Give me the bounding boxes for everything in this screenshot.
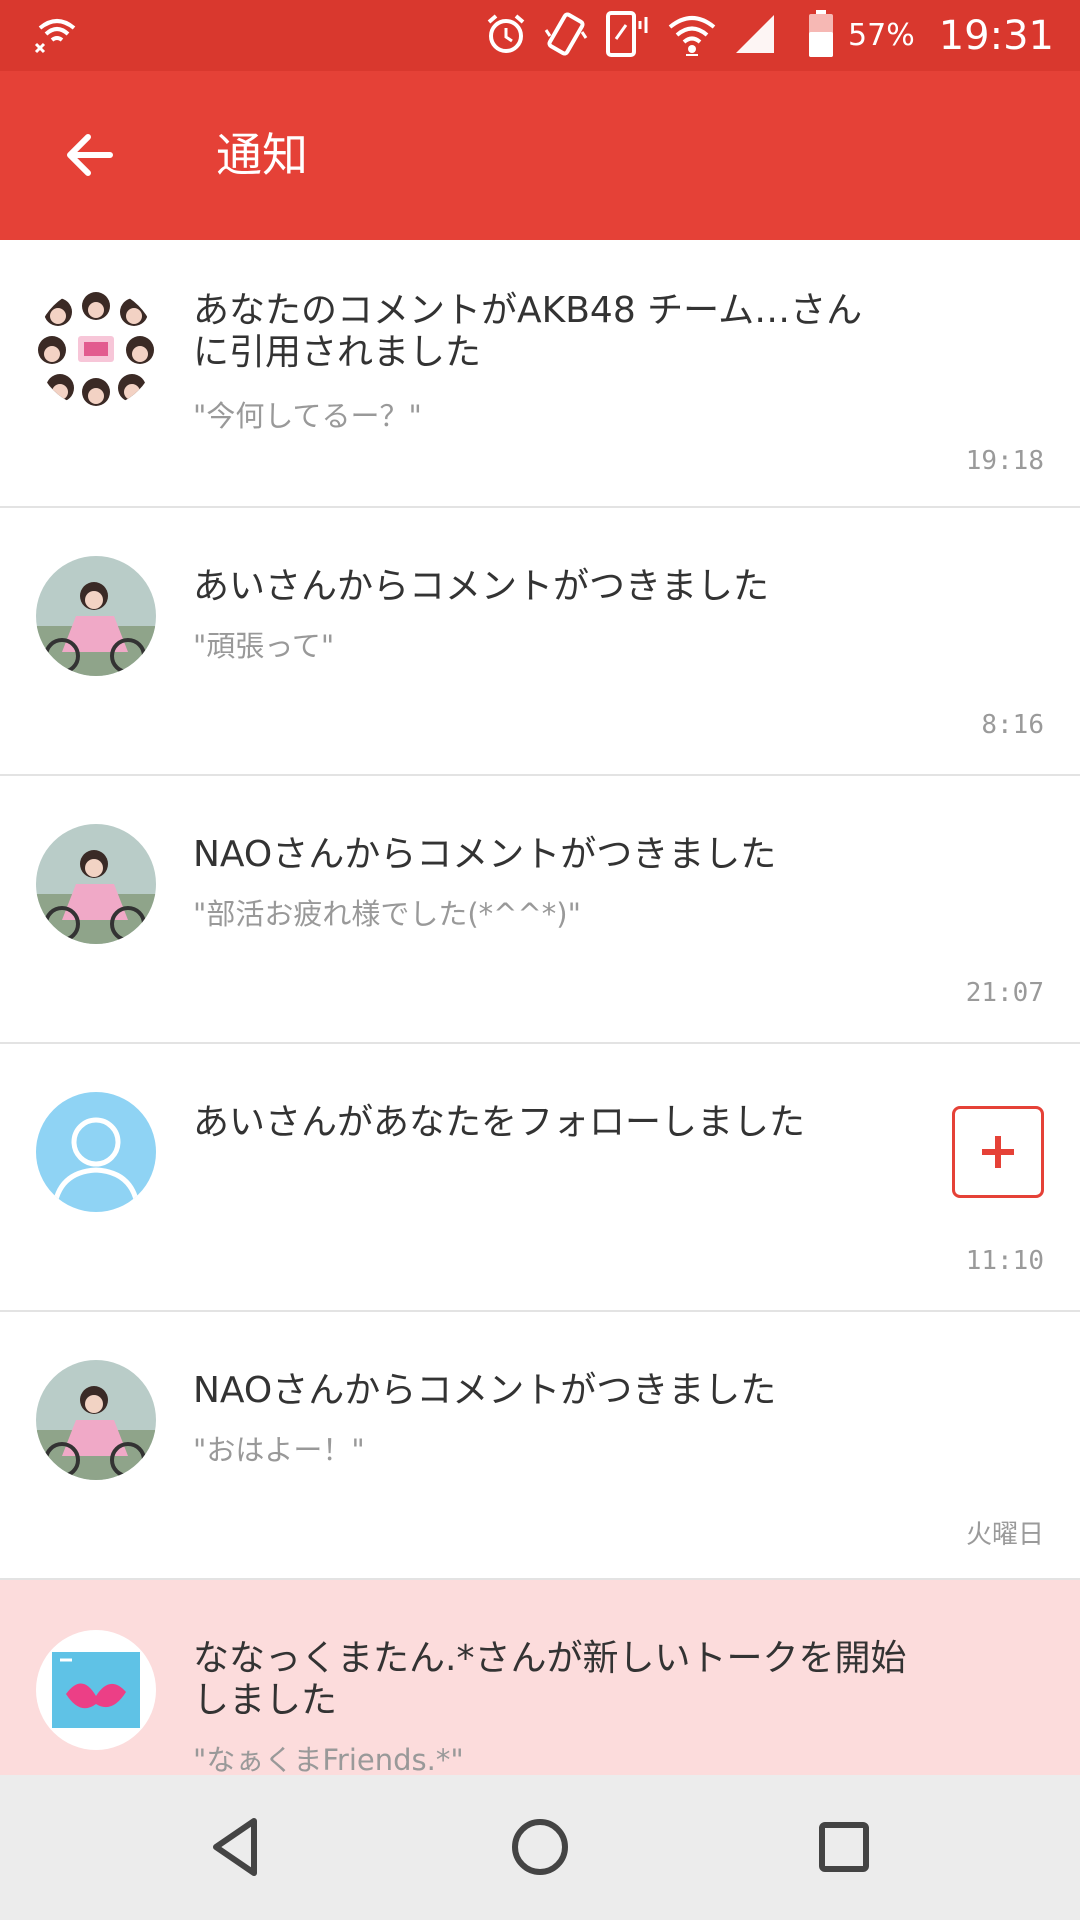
notification-item[interactable]: あいさんからコメントがつきました "頑張って" 8:16 [0, 508, 1080, 776]
home-circle-icon [512, 1819, 568, 1875]
app-bar: 通知 [0, 71, 1080, 240]
user-photo-avatar[interactable] [36, 1360, 156, 1480]
nav-recents-button[interactable] [808, 1811, 880, 1883]
battery-icon [808, 9, 834, 62]
notification-snippet: "部活お疲れ様でした(*^^*)" [193, 897, 581, 931]
status-bar: 57% 19:31 [0, 0, 1080, 71]
user-photo-avatar[interactable] [36, 824, 156, 944]
talk-image-avatar[interactable] [36, 1630, 156, 1750]
notification-item[interactable]: あいさんがあなたをフォローしました 11:10 [0, 1044, 1080, 1312]
follow-button[interactable] [952, 1106, 1044, 1198]
notification-item[interactable]: あなたのコメントがAKB48 チーム…さんに引用されました "今何してるー？" … [0, 240, 1080, 508]
clock: 19:31 [938, 12, 1054, 59]
notification-list[interactable]: あなたのコメントがAKB48 チーム…さんに引用されました "今何してるー？" … [0, 240, 1080, 1775]
back-button[interactable] [44, 109, 136, 201]
notification-title: NAOさんからコメントがつきました [193, 834, 777, 875]
plus-icon [982, 1136, 1014, 1168]
notification-title: ななっくまたん.*さんが新しいトークを開始しました [193, 1638, 907, 1721]
notification-title: NAOさんからコメントがつきました [193, 1370, 777, 1411]
notification-time: 21:07 [965, 978, 1044, 1008]
system-nav-bar [0, 1775, 1080, 1920]
notification-title: あなたのコメントがAKB48 チーム…さんに引用されました [193, 290, 863, 373]
notification-time: 11:10 [965, 1246, 1044, 1276]
battery-percent: 57% [848, 18, 915, 53]
arrow-left-icon [67, 134, 113, 176]
vibrate-icon [542, 10, 590, 62]
notification-item-unread[interactable]: ななっくまたん.*さんが新しいトークを開始しました "なぁくまFriends.*… [0, 1580, 1080, 1775]
page-title: 通知 [216, 128, 308, 182]
notification-title: あいさんがあなたをフォローしました [193, 1102, 806, 1143]
notification-time: 火曜日 [965, 1520, 1044, 1550]
back-triangle-icon [213, 1818, 257, 1876]
wifi-icon [666, 11, 718, 61]
default-user-avatar[interactable] [36, 1092, 156, 1212]
cell-signal-icon [732, 11, 778, 61]
nav-home-button[interactable] [504, 1811, 576, 1883]
notification-snippet: "今何してるー？" [193, 399, 422, 433]
notification-snippet: "頑張って" [193, 629, 335, 663]
notification-time: 19:18 [965, 446, 1044, 476]
notification-title: あいさんからコメントがつきました [193, 566, 770, 607]
notification-snippet: "おはよー！" [193, 1433, 365, 1467]
wifi-off-icon [34, 14, 80, 58]
notification-time: 8:16 [981, 710, 1044, 740]
phone-signal-icon [604, 9, 652, 63]
notification-item[interactable]: NAOさんからコメントがつきました "おはよー！" 火曜日 [0, 1312, 1080, 1580]
notification-item[interactable]: NAOさんからコメントがつきました "部活お疲れ様でした(*^^*)" 21:0… [0, 776, 1080, 1044]
user-photo-avatar[interactable] [36, 556, 156, 676]
nav-back-button[interactable] [200, 1811, 272, 1883]
recents-square-icon [819, 1822, 869, 1872]
alarm-icon [484, 12, 528, 60]
notification-snippet: "なぁくまFriends.*" [193, 1743, 464, 1775]
group-photo-avatar[interactable] [36, 288, 156, 408]
